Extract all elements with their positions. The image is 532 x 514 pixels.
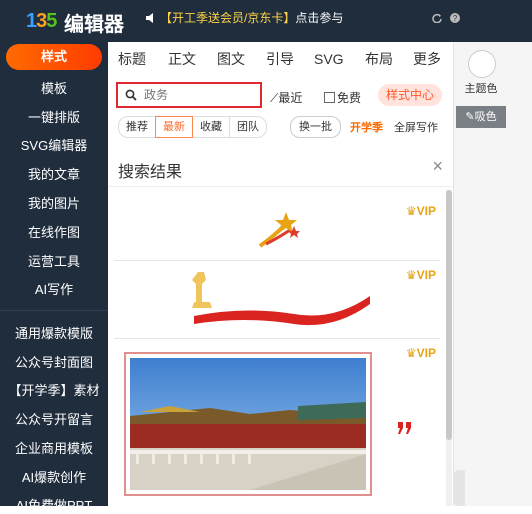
- style-card[interactable]: ♛VIP: [114, 264, 438, 334]
- color-picker-button[interactable]: ✎吸色: [456, 106, 506, 128]
- sidebar-item-comments[interactable]: 公众号开留言: [0, 409, 108, 428]
- close-icon[interactable]: ×: [432, 156, 443, 177]
- sidebar-item-one-click-layout[interactable]: 一键排版: [0, 107, 108, 126]
- sidebar-item-my-images[interactable]: 我的图片: [0, 193, 108, 212]
- speaker-icon: [146, 13, 153, 23]
- style-panel: 标题 正文 图文 引导 SVG 布局 更多 ⟋最近 免费 样式中心 推荐 最新 …: [108, 42, 453, 506]
- stars-decoration: [258, 212, 300, 248]
- sidebar-item-enterprise-templates[interactable]: 企业商用模板: [0, 438, 108, 457]
- tab-body[interactable]: 正文: [168, 42, 196, 76]
- sidebar-item-ai-ppt[interactable]: AI免费做PPT: [0, 495, 108, 514]
- search-icon: [125, 89, 137, 101]
- checkbox-icon: [324, 92, 335, 103]
- tab-title[interactable]: 标题: [118, 42, 146, 76]
- tab-layout[interactable]: 布局: [365, 42, 393, 76]
- tab-guide[interactable]: 引导: [266, 42, 294, 76]
- promo-banner[interactable]: 【开工季送会员/京东卡】点击参与: [160, 9, 343, 26]
- sidebar-item-ai-hot-creation[interactable]: AI爆款创作: [0, 467, 108, 486]
- forbidden-city-image: [130, 358, 366, 490]
- free-checkbox[interactable]: 免费: [324, 89, 361, 106]
- banner-decoration: [192, 272, 370, 326]
- quote-icon: [398, 422, 411, 434]
- tab-more[interactable]: 更多: [413, 42, 441, 76]
- results-title: 搜索结果: [118, 164, 183, 181]
- left-sidebar: 样式 模板 一键排版 SVG编辑器 我的文章 我的图片 在线作图 运营工具 AI…: [0, 42, 108, 513]
- vip-badge: ♛VIP: [405, 204, 436, 218]
- sidebar-item-ai-writing[interactable]: AI写作: [0, 279, 108, 298]
- refresh-batch-button[interactable]: 换一批: [290, 116, 341, 138]
- vip-badge: ♛VIP: [405, 346, 436, 360]
- eyedropper-icon: ✎: [465, 111, 475, 123]
- crown-icon: ♛: [405, 346, 417, 360]
- style-card[interactable]: ♛VIP: [114, 198, 438, 258]
- search-input[interactable]: [142, 87, 256, 103]
- logo-mark: 135: [26, 10, 57, 32]
- style-center-button[interactable]: 样式中心: [378, 84, 442, 106]
- theme-color-label: 主题色: [464, 83, 498, 95]
- tab-image-text[interactable]: 图文: [217, 42, 245, 76]
- tab-svg[interactable]: SVG: [314, 42, 344, 76]
- sidebar-item-svg-editor[interactable]: SVG编辑器: [0, 135, 108, 154]
- right-toolbar: 主题色 ✎吸色: [453, 42, 532, 506]
- sort-segment: 推荐 最新 收藏 团队: [118, 116, 267, 138]
- svg-text:?: ?: [453, 14, 458, 23]
- card-separator: [114, 260, 440, 261]
- sidebar-item-hot-templates[interactable]: 通用爆款模版: [0, 323, 108, 342]
- theme-color-swatch[interactable]: [468, 50, 496, 78]
- fullscreen-writing-link[interactable]: 全屏写作: [394, 119, 438, 135]
- segment-team[interactable]: 团队: [229, 116, 267, 138]
- scrollbar-thumb[interactable]: [446, 190, 452, 440]
- crown-icon: ♛: [405, 268, 417, 282]
- search-box[interactable]: [116, 82, 262, 108]
- sidebar-item-styles[interactable]: 样式: [6, 44, 102, 70]
- card-separator: [114, 338, 440, 339]
- segment-recommended[interactable]: 推荐: [118, 116, 156, 138]
- sidebar-item-online-drawing[interactable]: 在线作图: [0, 222, 108, 241]
- results-scrollbar[interactable]: [446, 190, 452, 506]
- app-name: 编辑器: [64, 14, 124, 36]
- sidebar-item-my-articles[interactable]: 我的文章: [0, 164, 108, 183]
- collapse-handle[interactable]: [453, 470, 465, 506]
- vip-badge: ♛VIP: [405, 268, 436, 282]
- school-season-link[interactable]: 开学季: [350, 119, 383, 135]
- results-divider: [108, 186, 453, 187]
- help-icon[interactable]: ?: [450, 13, 460, 23]
- sidebar-divider: [0, 310, 108, 311]
- refresh-icon[interactable]: [432, 13, 442, 23]
- sidebar-item-cover-image[interactable]: 公众号封面图: [0, 352, 108, 371]
- category-tabs: 标题 正文 图文 引导 SVG 布局 更多: [108, 42, 453, 76]
- crown-icon: ♛: [405, 204, 417, 218]
- sidebar-item-school-season[interactable]: 【开学季】素材: [0, 380, 108, 399]
- recent-filter[interactable]: ⟋最近: [270, 89, 302, 106]
- photo-frame: [124, 352, 372, 496]
- segment-latest[interactable]: 最新: [155, 116, 193, 138]
- sidebar-item-templates[interactable]: 模板: [0, 78, 108, 97]
- filter-row: 推荐 最新 收藏 团队 换一批 开学季 全屏写作: [108, 116, 453, 140]
- segment-favorites[interactable]: 收藏: [192, 116, 230, 138]
- top-bar: 135 编辑器 【开工季送会员/京东卡】点击参与 ?: [0, 0, 532, 42]
- search-row: ⟋最近 免费 样式中心: [108, 80, 453, 112]
- style-card[interactable]: ♛VIP: [114, 342, 438, 502]
- sidebar-item-ops-tools[interactable]: 运营工具: [0, 251, 108, 270]
